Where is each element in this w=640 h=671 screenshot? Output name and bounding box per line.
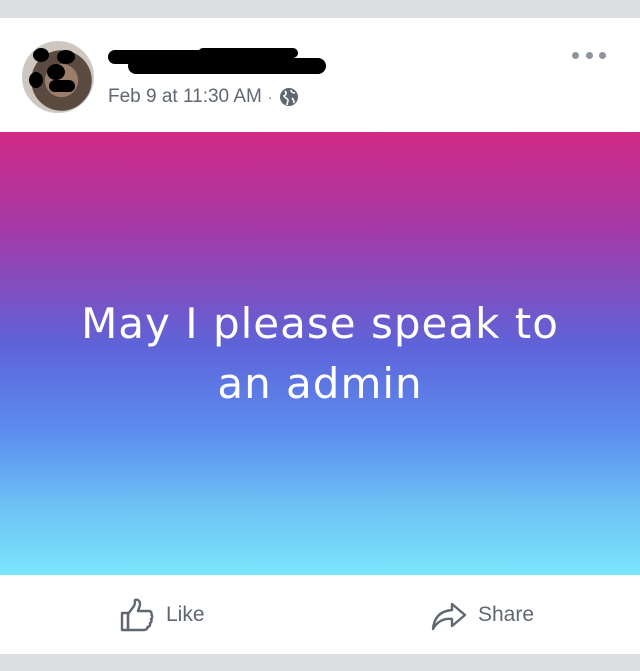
share-label: Share <box>478 602 535 626</box>
post-timestamp[interactable]: Feb 9 at 11:30 AM <box>108 86 262 108</box>
more-dots-icon <box>572 51 579 59</box>
redaction-blot <box>47 64 65 80</box>
post-meta: Feb 9 at 11:30 AM · <box>108 86 299 108</box>
share-arrow-icon <box>431 602 467 630</box>
post-actions: Like Share <box>0 575 640 654</box>
thumbs-up-icon <box>120 598 154 631</box>
post-header: Feb 9 at 11:30 AM · <box>0 18 640 132</box>
meta-separator: · <box>267 89 273 105</box>
avatar[interactable] <box>22 41 94 113</box>
like-label: Like <box>166 602 205 626</box>
more-dots-icon <box>585 51 593 59</box>
redaction-blot <box>33 48 49 62</box>
post-background: May I please speak to an admin <box>0 132 640 575</box>
redaction-stroke <box>198 48 298 58</box>
globe-icon[interactable] <box>279 87 299 107</box>
redaction-blot <box>29 72 43 88</box>
share-button[interactable]: Share <box>430 575 534 654</box>
redaction-blot <box>49 80 75 92</box>
redaction-stroke <box>128 58 326 74</box>
post-text: May I please speak to an admin <box>81 298 559 408</box>
more-dots-icon <box>599 51 606 59</box>
redaction-blot <box>57 50 75 64</box>
more-options-button[interactable] <box>572 48 606 62</box>
post-card: Feb 9 at 11:30 AM · May I please speak t… <box>0 18 640 654</box>
like-button[interactable]: Like <box>118 575 205 654</box>
author-name-redacted[interactable] <box>108 48 326 76</box>
